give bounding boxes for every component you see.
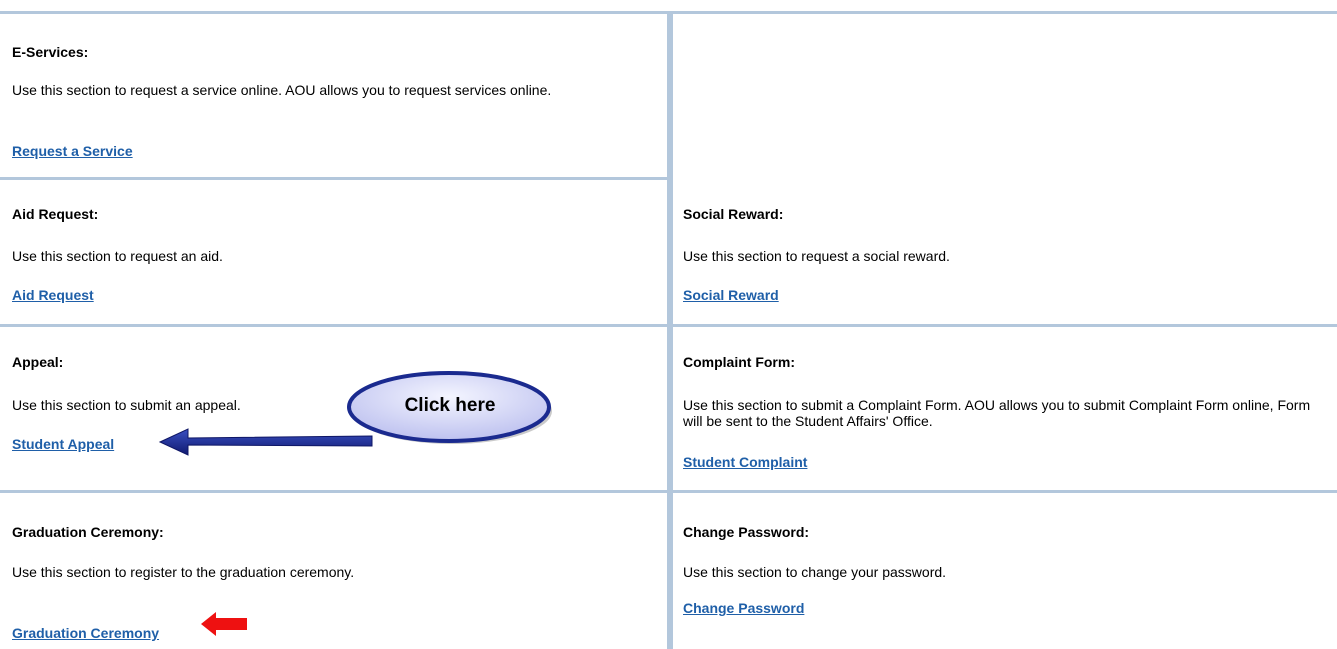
social-reward-description: Use this section to request a social rew… [683, 248, 950, 264]
student-appeal-link[interactable]: Student Appeal [12, 436, 114, 452]
blue-arrow-icon [158, 428, 373, 456]
aid-request-description: Use this section to request an aid. [12, 248, 223, 264]
eservices-description: Use this section to request a service on… [12, 82, 552, 98]
complaint-title: Complaint Form: [683, 354, 795, 370]
social-reward-section: Social Reward: Use this section to reque… [683, 180, 1333, 324]
graduation-ceremony-link[interactable]: Graduation Ceremony [12, 625, 159, 641]
student-complaint-link[interactable]: Student Complaint [683, 454, 807, 470]
change-password-title: Change Password: [683, 524, 810, 540]
change-password-link[interactable]: Change Password [683, 600, 804, 616]
appeal-section: Appeal: Use this section to submit an ap… [12, 327, 662, 490]
appeal-title: Appeal: [12, 354, 64, 370]
callout-text: Click here [404, 395, 496, 416]
complaint-description: Use this section to submit a Complaint F… [683, 397, 1311, 429]
change-password-section: Change Password: Use this section to cha… [683, 493, 1333, 649]
aid-request-section: Aid Request: Use this section to request… [12, 180, 662, 324]
social-reward-title: Social Reward: [683, 206, 784, 222]
graduation-section: Graduation Ceremony: Use this section to… [12, 493, 662, 649]
aid-request-link[interactable]: Aid Request [12, 287, 94, 303]
student-services-page: E-Services: Use this section to request … [0, 0, 1337, 649]
change-password-description: Use this section to change your password… [683, 564, 947, 580]
eservices-section: E-Services: Use this section to request … [12, 0, 662, 177]
red-arrow-icon [201, 612, 247, 636]
aid-request-title: Aid Request: [12, 206, 99, 222]
graduation-description: Use this section to register to the grad… [12, 564, 355, 580]
click-here-callout: Click here [345, 368, 555, 448]
request-service-link[interactable]: Request a Service [12, 143, 133, 159]
graduation-title: Graduation Ceremony: [12, 524, 164, 540]
complaint-section: Complaint Form: Use this section to subm… [683, 327, 1333, 490]
grid-line-center [667, 11, 673, 649]
appeal-description: Use this section to submit an appeal. [12, 397, 241, 413]
social-reward-link[interactable]: Social Reward [683, 287, 779, 303]
eservices-title: E-Services: [12, 44, 89, 60]
